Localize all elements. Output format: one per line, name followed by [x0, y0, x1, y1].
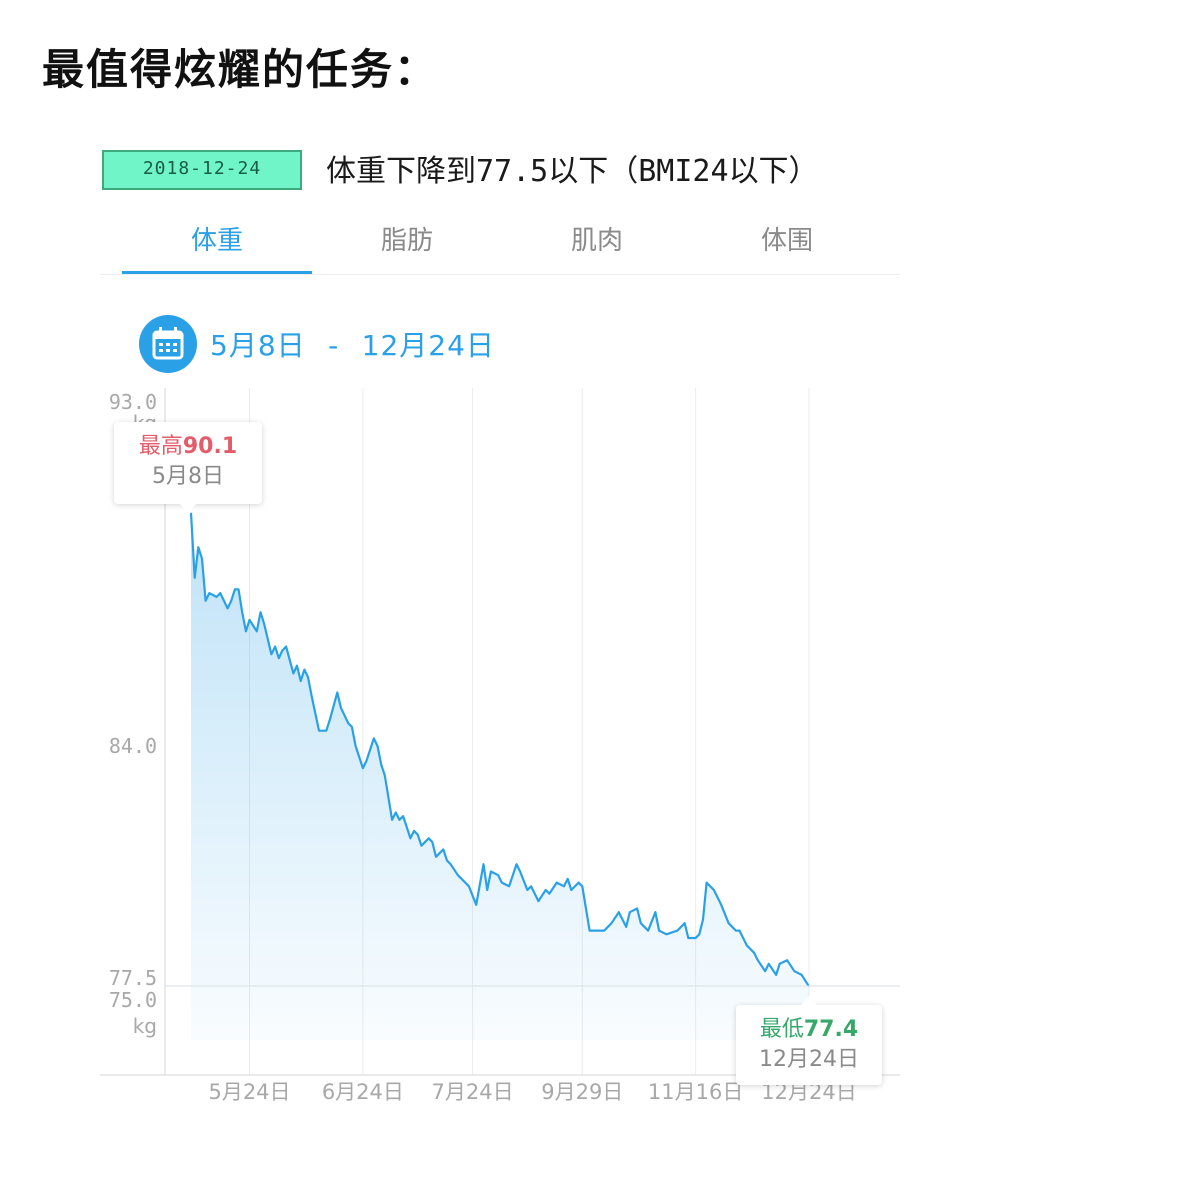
- y-tick-label: 77.5: [109, 966, 157, 990]
- y-tick-label: 84.0: [109, 734, 157, 758]
- max-tooltip: 最高90.1 5月8日: [114, 422, 262, 513]
- min-tooltip: 最低77.4 12月24日: [736, 996, 882, 1085]
- max-tooltip-pointer: [180, 504, 196, 513]
- x-tick-label: 11月16日: [648, 1080, 743, 1104]
- max-date: 5月8日: [152, 464, 224, 489]
- y-tick-label: 75.0: [109, 988, 157, 1012]
- min-label: 最低: [759, 1017, 804, 1042]
- x-tick-label: 7月24日: [432, 1080, 514, 1104]
- x-tick-label: 6月24日: [322, 1080, 404, 1104]
- x-tick-label: 9月29日: [541, 1080, 623, 1104]
- min-value: 77.4: [803, 1017, 859, 1042]
- max-label: 最高: [138, 434, 183, 459]
- x-tick-label: 5月24日: [208, 1080, 290, 1104]
- area-layer: [189, 512, 810, 1040]
- min-tooltip-pointer: [801, 996, 817, 1005]
- weight-chart: 5月24日 6月24日 7月24日 9月29日 11月16日 12月24日93.084.0…: [100, 388, 900, 1104]
- max-value: 90.1: [182, 434, 238, 459]
- weight-area-fill: [191, 512, 809, 1040]
- y-unit-label: kg: [133, 1014, 157, 1038]
- min-date: 12月24日: [759, 1047, 859, 1072]
